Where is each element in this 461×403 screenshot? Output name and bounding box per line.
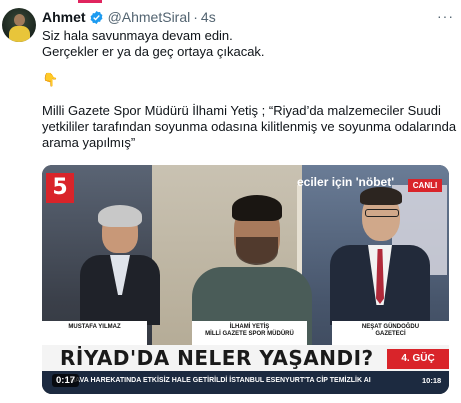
guest-1-namebar: MUSTAFA YILMAZ	[42, 321, 147, 346]
program-badge: 4. GÜÇ	[387, 349, 449, 369]
guest-2-namebar: İLHAMİ YETİŞ MİLLİ GAZETE SPOR MÜDÜRÜ	[192, 321, 307, 346]
guest-3-title: GAZETECİ	[375, 331, 406, 337]
guest-3-figure	[330, 185, 430, 325]
author-handle[interactable]: @AhmetSiral	[108, 9, 191, 25]
guest-1-name: MUSTAFA YILMAZ	[68, 324, 121, 330]
pointing-down-emoji: 👇	[42, 72, 59, 87]
ticker-clock: 10:18	[422, 376, 442, 385]
ticker-text: HAVA HAREKATINDA ETKİSİZ HALE GETİRİLDİ …	[70, 377, 371, 384]
tweet-text-line-2: Gerçekler er ya da geç ortaya çıkacak.	[42, 44, 265, 59]
guest-1-figure	[80, 195, 160, 325]
avatar[interactable]	[2, 8, 36, 42]
tweet-text-line-5: arama yapılmış”	[42, 135, 136, 150]
tweet-text-line-4: yetkililer tarafından soyunma odasına ki…	[42, 119, 457, 134]
tweet-text-line-1: Siz hala savunmaya devam edin.	[42, 28, 233, 43]
verified-badge-icon	[90, 10, 102, 24]
guest-3-name: NEŞAT GÜNDOĞDU	[361, 324, 420, 330]
channel-logo: 5	[46, 173, 74, 203]
guest-2-title: MİLLİ GAZETE SPOR MÜDÜRÜ	[205, 331, 294, 337]
video-player[interactable]: 5 eciler için 'nöbet' CANLI MUSTAFA YILM…	[42, 165, 449, 394]
video-headline: RİYAD'DA NELER YAŞANDI?	[60, 346, 374, 370]
guest-3-namebar: NEŞAT GÜNDOĞDU GAZETECİ	[332, 321, 449, 346]
tweet-text-line-3: Milli Gazete Spor Müdürü İlhami Yetiş ; …	[42, 103, 441, 118]
timestamp[interactable]: 4s	[201, 9, 216, 25]
tweet[interactable]: Ahmet @AhmetSiral · 4s ··· Siz hala savu…	[0, 0, 461, 403]
author-name[interactable]: Ahmet	[42, 9, 86, 25]
separator-dot: ·	[193, 9, 198, 25]
tweet-header: Ahmet @AhmetSiral · 4s	[42, 8, 216, 26]
more-options-icon[interactable]: ···	[437, 8, 454, 24]
guest-2-name: İLHAMİ YETİŞ	[229, 324, 270, 330]
video-duration: 0:17	[52, 374, 80, 387]
